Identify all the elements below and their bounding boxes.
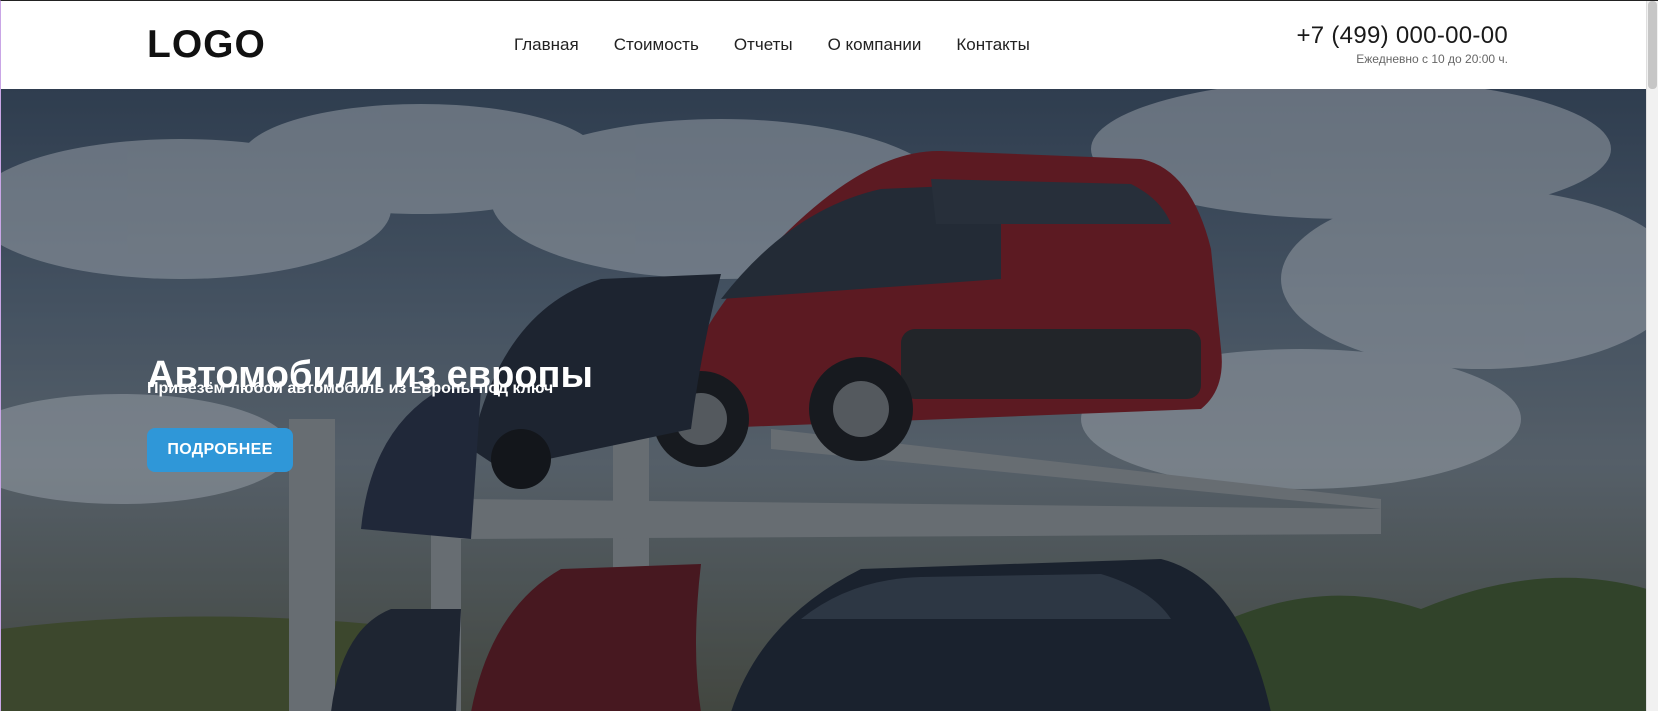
nav-item-home[interactable]: Главная	[514, 35, 579, 55]
hero-subtitle: Привезём любой автомобиль из Европы под …	[147, 380, 554, 397]
main-nav: Главная Стоимость Отчеты О компании Конт…	[514, 35, 1065, 55]
scrollbar-thumb[interactable]	[1648, 1, 1657, 89]
phone-number[interactable]: +7 (499) 000-00-00	[1296, 23, 1508, 49]
more-details-button[interactable]: ПОДРОБНЕЕ	[147, 428, 293, 472]
nav-item-pricing[interactable]: Стоимость	[614, 35, 699, 55]
page-scrollbar[interactable]	[1646, 1, 1658, 711]
nav-item-about[interactable]: О компании	[828, 35, 922, 55]
site-header: LOGO Главная Стоимость Отчеты О компании…	[1, 1, 1647, 89]
nav-item-contacts[interactable]: Контакты	[956, 35, 1029, 55]
nav-item-reports[interactable]: Отчеты	[734, 35, 793, 55]
site-logo[interactable]: LOGO	[147, 25, 266, 65]
hero-section: Автомобили из европы Привезём любой авто…	[1, 89, 1647, 711]
page: LOGO Главная Стоимость Отчеты О компании…	[0, 0, 1658, 711]
header-contact: +7 (499) 000-00-00 Ежедневно с 10 до 20:…	[1296, 23, 1508, 67]
hero-dark-overlay	[1, 89, 1647, 711]
working-hours: Ежедневно с 10 до 20:00 ч.	[1356, 52, 1508, 66]
